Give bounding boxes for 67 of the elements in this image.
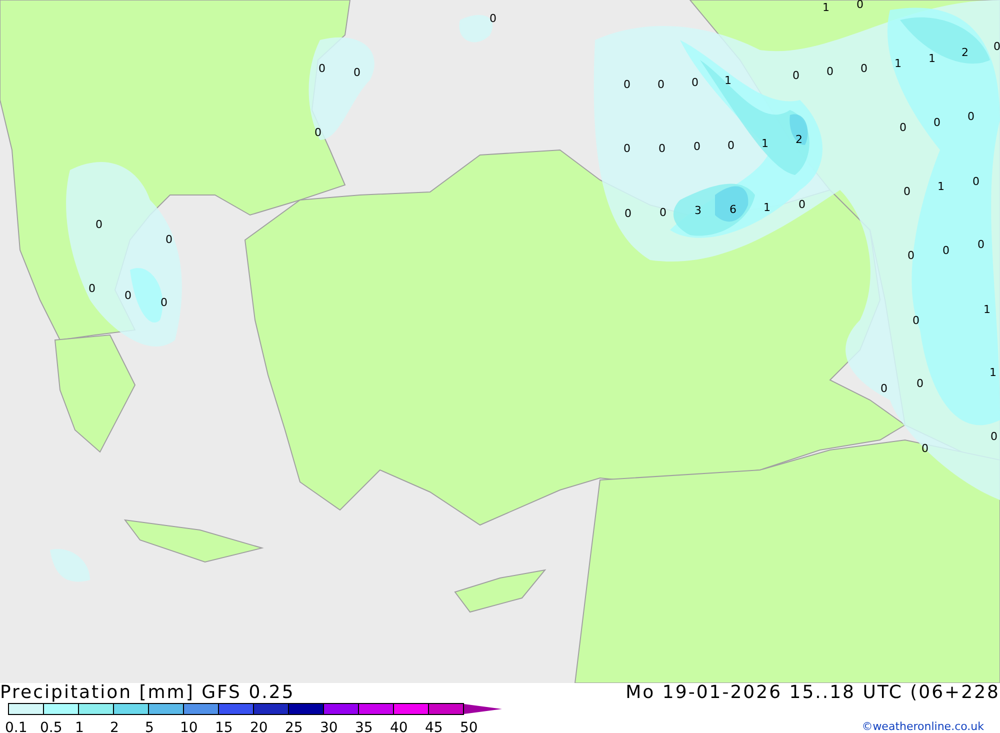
precipitation-value: 3 <box>694 204 702 217</box>
chart-title: Precipitation [mm] GFS 0.25 <box>0 683 295 703</box>
legend-label: 45 <box>425 720 443 733</box>
precipitation-value: 1 <box>938 180 944 193</box>
precipitation-value: 0 <box>166 233 172 246</box>
precipitation-value: 0 <box>916 377 924 390</box>
precipitation-value: 1 <box>894 57 902 70</box>
legend-label: 1 <box>75 720 84 733</box>
precipitation-value: 0 <box>900 121 906 134</box>
precipitation-value: 0 <box>972 175 980 188</box>
precipitation-value: 0 <box>934 116 940 129</box>
precipitation-value: 0 <box>904 185 910 198</box>
precipitation-value: 0 <box>624 207 632 220</box>
legend-label: 40 <box>390 720 408 733</box>
legend-label: 20 <box>250 720 268 733</box>
precipitation-value: 0 <box>658 142 666 155</box>
legend-label: 50 <box>460 720 478 733</box>
legend-label: 5 <box>145 720 154 733</box>
valid-time: Mo 19-01-2026 15..18 UTC (06+228 <box>626 683 1000 703</box>
precipitation-value: 0 <box>88 282 96 295</box>
legend-label: 25 <box>285 720 303 733</box>
precipitation-value: 0 <box>624 78 630 91</box>
precipitation-value: 1 <box>724 74 732 87</box>
precipitation-value: 1 <box>822 1 830 14</box>
legend-label: 2 <box>110 720 119 733</box>
legend-label: 10 <box>180 720 198 733</box>
precipitation-value: 0 <box>968 110 974 123</box>
legend-label: 15 <box>215 720 233 733</box>
precipitation-value: 1 <box>764 201 770 214</box>
precipitation-value: 0 <box>728 139 734 152</box>
precipitation-value: 0 <box>880 382 888 395</box>
precipitation-value: 0 <box>994 40 1000 53</box>
precipitation-value: 1 <box>990 366 996 379</box>
precipitation-value: 0 <box>490 12 496 25</box>
precipitation-value: 0 <box>912 314 920 327</box>
precipitation-value: 0 <box>160 296 168 309</box>
precipitation-value: 2 <box>796 133 802 146</box>
legend-label: 35 <box>355 720 373 733</box>
precipitation-value: 0 <box>660 206 666 219</box>
precipitation-value: 0 <box>694 140 700 153</box>
precipitation-value: 0 <box>826 65 834 78</box>
precipitation-value: 0 <box>942 244 950 257</box>
precipitation-value: 0 <box>96 218 102 231</box>
precipitation-value: 0 <box>318 62 326 75</box>
precipitation-value: 1 <box>984 303 990 316</box>
precipitation-value: 0 <box>624 142 630 155</box>
precipitation-value: 0 <box>658 78 664 91</box>
precipitation-value: 0 <box>124 289 132 302</box>
legend-label: 30 <box>320 720 338 733</box>
precipitation-value: 6 <box>730 203 736 216</box>
precipitation-value: 0 <box>856 0 864 11</box>
precipitation-value: 0 <box>908 249 914 262</box>
precipitation-value: 0 <box>798 198 806 211</box>
precipitation-value: 1 <box>762 137 768 150</box>
precipitation-value: 0 <box>354 66 360 79</box>
legend-label: 0.5 <box>40 720 62 733</box>
precipitation-value: 0 <box>314 126 322 139</box>
precipitation-value: 0 <box>692 76 698 89</box>
precipitation-value: 1 <box>928 52 936 65</box>
precipitation-value: 0 <box>990 430 998 443</box>
precipitation-value: 0 <box>792 69 800 82</box>
precipitation-value: 0 <box>922 442 928 455</box>
legend-label: 0.1 <box>5 720 28 733</box>
credit-text: ©weatheronline.co.uk <box>862 719 984 733</box>
precipitation-value: 0 <box>860 62 868 75</box>
precipitation-value: 0 <box>978 238 984 251</box>
precipitation-value: 2 <box>962 46 968 59</box>
